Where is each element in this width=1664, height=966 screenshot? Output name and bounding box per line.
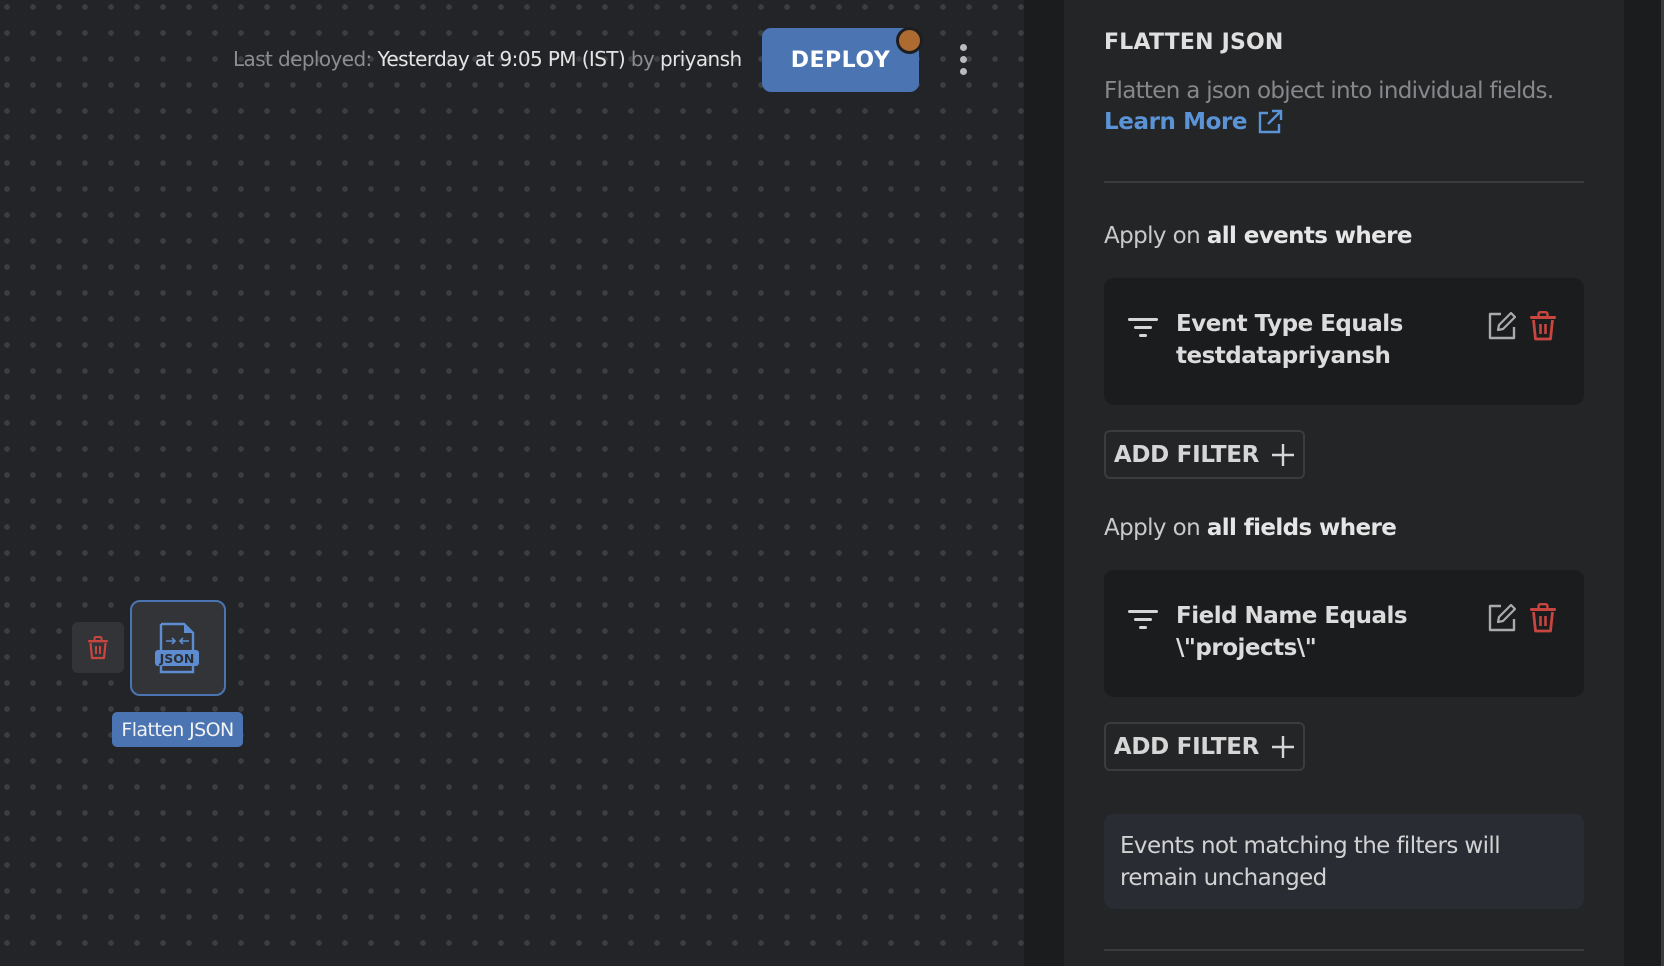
field-scope-label: Apply on all fields where — [1104, 515, 1397, 541]
json-file-icon: JSON — [155, 622, 199, 674]
filter-condition: Field Name Equals \"projects\" — [1176, 600, 1476, 664]
plus-icon — [1272, 735, 1295, 758]
more-options-icon[interactable] — [954, 44, 974, 76]
add-field-filter-button[interactable]: ADD FILTER — [1104, 722, 1305, 771]
right-strip — [1624, 0, 1664, 966]
last-deployed-info: Last deployed: Yesterday at 9:05 PM (IST… — [233, 47, 742, 71]
pipeline-canvas[interactable] — [0, 0, 1024, 966]
last-deployed-prefix: Last deployed: — [233, 47, 378, 71]
add-filter-label: ADD FILTER — [1113, 441, 1260, 468]
panel-title: FLATTEN JSON — [1104, 30, 1284, 55]
plus-icon — [1272, 443, 1295, 466]
section-divider — [1104, 949, 1584, 951]
by-label: by — [625, 47, 660, 71]
info-note-text: Events not matching the filters will rem… — [1120, 833, 1501, 891]
filter-condition-value: \"projects\" — [1176, 635, 1317, 661]
node-label: Flatten JSON — [112, 712, 243, 747]
event-scope-label: Apply on all events where — [1104, 223, 1413, 249]
info-note: Events not matching the filters will rem… — [1104, 814, 1584, 909]
field-scope-prefix: Apply on — [1104, 515, 1207, 541]
deployed-by-user: priyansh — [659, 47, 742, 71]
panel-description: Flatten a json object into individual fi… — [1104, 78, 1554, 104]
filter-icon — [1128, 610, 1158, 629]
pending-changes-dot — [896, 27, 923, 54]
node-delete-button[interactable] — [72, 622, 124, 673]
trash-icon[interactable] — [1529, 603, 1557, 633]
external-link-icon — [1258, 109, 1283, 134]
filter-condition-value: testdatapriyansh — [1176, 343, 1391, 369]
svg-text:JSON: JSON — [159, 651, 195, 666]
filter-condition-line1: Field Name Equals — [1176, 603, 1408, 629]
panel-gutter — [1024, 0, 1064, 966]
filter-condition-line1: Event Type Equals — [1176, 311, 1403, 337]
field-filter-card: Field Name Equals \"projects\" — [1104, 570, 1584, 697]
section-divider — [1104, 181, 1584, 183]
edit-icon[interactable] — [1487, 603, 1517, 633]
last-deployed-time: Yesterday at 9:05 PM (IST) — [377, 47, 626, 71]
event-scope-emphasis: all events where — [1206, 223, 1413, 249]
edit-icon[interactable] — [1487, 311, 1517, 341]
add-event-filter-button[interactable]: ADD FILTER — [1104, 430, 1305, 479]
flatten-json-node[interactable]: JSON — [130, 600, 226, 696]
learn-more-link[interactable]: Learn More — [1104, 109, 1283, 135]
add-filter-label: ADD FILTER — [1113, 733, 1260, 760]
learn-more-label: Learn More — [1104, 109, 1248, 135]
event-filter-card: Event Type Equals testdatapriyansh — [1104, 278, 1584, 405]
trash-icon — [88, 635, 108, 659]
field-scope-emphasis: all fields where — [1206, 515, 1397, 541]
filter-condition: Event Type Equals testdatapriyansh — [1176, 308, 1476, 372]
trash-icon[interactable] — [1529, 311, 1557, 341]
filter-icon — [1128, 318, 1158, 337]
event-scope-prefix: Apply on — [1104, 223, 1207, 249]
